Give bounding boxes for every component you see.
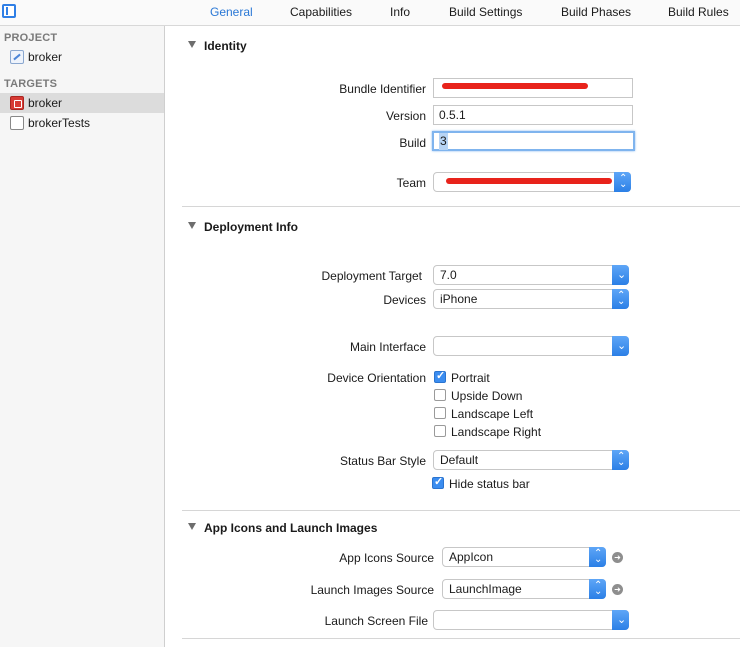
status-bar-style-popup[interactable]: Default [433,447,629,473]
project-section-header: PROJECT [4,32,58,44]
identity-section-header[interactable]: Identity [204,39,247,53]
disclosure-triangle-icon[interactable] [188,523,196,530]
go-to-asset-arrow-icon[interactable]: ➜ [612,584,623,595]
deployment-target-combo[interactable]: 7.0 [433,265,629,285]
devices-value: iPhone [440,292,478,306]
tab-build-phases[interactable]: Build Phases [561,5,631,19]
redaction-mark [446,178,612,184]
hide-status-bar-label: Hide status bar [449,477,530,491]
app-icons-section-header[interactable]: App Icons and Launch Images [204,521,377,535]
device-orientation-label: Device Orientation [327,371,426,385]
sidebar-item-target-brokertests[interactable]: brokerTests [0,113,164,133]
tab-info[interactable]: Info [390,5,410,19]
version-label: Version [385,109,426,123]
landscape-left-checkbox[interactable] [434,407,446,419]
deployment-info-section-header[interactable]: Deployment Info [204,220,298,234]
upside-down-checkbox[interactable] [434,389,446,401]
launch-images-source-popup[interactable]: LaunchImage [442,576,606,602]
build-field-value: 3 [439,133,448,150]
popup-down-arrow-icon [612,265,629,285]
devices-popup[interactable]: iPhone [433,286,629,312]
hide-status-bar-checkbox[interactable] [432,475,444,489]
deployment-target-label: Deployment Target [321,269,423,283]
launch-images-source-value: LaunchImage [449,582,522,596]
launch-images-source-label: Launch Images Source [310,583,434,597]
main-interface-combo[interactable] [433,336,629,356]
app-icons-source-value: AppIcon [449,550,494,564]
devices-label: Devices [383,293,426,307]
landscape-right-label: Landscape Right [451,425,542,439]
status-bar-style-value: Default [440,453,479,467]
disclosure-triangle-icon[interactable] [188,41,196,48]
redaction-mark [442,83,588,89]
sidebar-item-target-broker[interactable]: broker [0,93,164,113]
tab-build-settings[interactable]: Build Settings [449,5,522,19]
upside-down-label: Upside Down [451,389,523,403]
sidebar-item-label: broker [28,50,63,64]
popup-updown-arrow-icon [612,286,629,312]
sidebar-toggle-icon[interactable] [2,4,16,18]
popup-updown-arrow-icon [612,447,629,473]
launch-screen-file-label: Launch Screen File [324,614,428,628]
team-label: Team [396,176,426,190]
popup-updown-arrow-icon [589,576,606,602]
landscape-right-checkbox[interactable] [434,425,446,437]
bundle-identifier-label: Bundle Identifier [339,82,426,96]
tab-build-rules[interactable]: Build Rules [668,5,729,19]
popup-updown-arrow-icon [589,544,606,570]
popup-down-arrow-icon [612,610,629,630]
disclosure-triangle-icon[interactable] [188,222,196,229]
xcode-project-icon [10,50,24,64]
sidebar-item-project-broker[interactable]: broker [0,47,164,67]
status-bar-style-label: Status Bar Style [339,454,426,468]
editor-tab-bar: General Capabilities Info Build Settings… [0,0,740,26]
project-navigator-sidebar: PROJECT broker TARGETS broker brokerTest… [0,26,165,647]
main-interface-label: Main Interface [349,340,426,354]
app-icons-source-label: App Icons Source [339,551,434,565]
app-target-icon [10,96,24,110]
test-bundle-icon [10,116,24,130]
targets-section-header: TARGETS [4,78,58,90]
build-label: Build [399,136,426,150]
tab-capabilities[interactable]: Capabilities [290,5,352,19]
section-divider [182,206,740,207]
popup-down-arrow-icon [612,336,629,356]
portrait-label: Portrait [451,371,490,385]
deployment-target-value: 7.0 [440,268,457,282]
tab-general[interactable]: General [210,5,253,19]
section-divider [182,638,740,639]
launch-screen-file-combo[interactable] [433,610,629,630]
landscape-left-label: Landscape Left [451,407,534,421]
portrait-checkbox[interactable] [434,369,446,383]
build-field[interactable]: 3 [432,131,635,151]
section-divider [182,510,740,511]
app-icons-source-popup[interactable]: AppIcon [442,544,606,570]
sidebar-item-label: brokerTests [28,116,91,130]
sidebar-item-label: broker [28,96,63,110]
popup-updown-arrow-icon [614,169,631,195]
version-field[interactable]: 0.5.1 [433,105,633,125]
general-settings-panel: Identity Bundle Identifier Version 0.5.1… [166,26,740,647]
go-to-asset-arrow-icon[interactable]: ➜ [612,552,623,563]
